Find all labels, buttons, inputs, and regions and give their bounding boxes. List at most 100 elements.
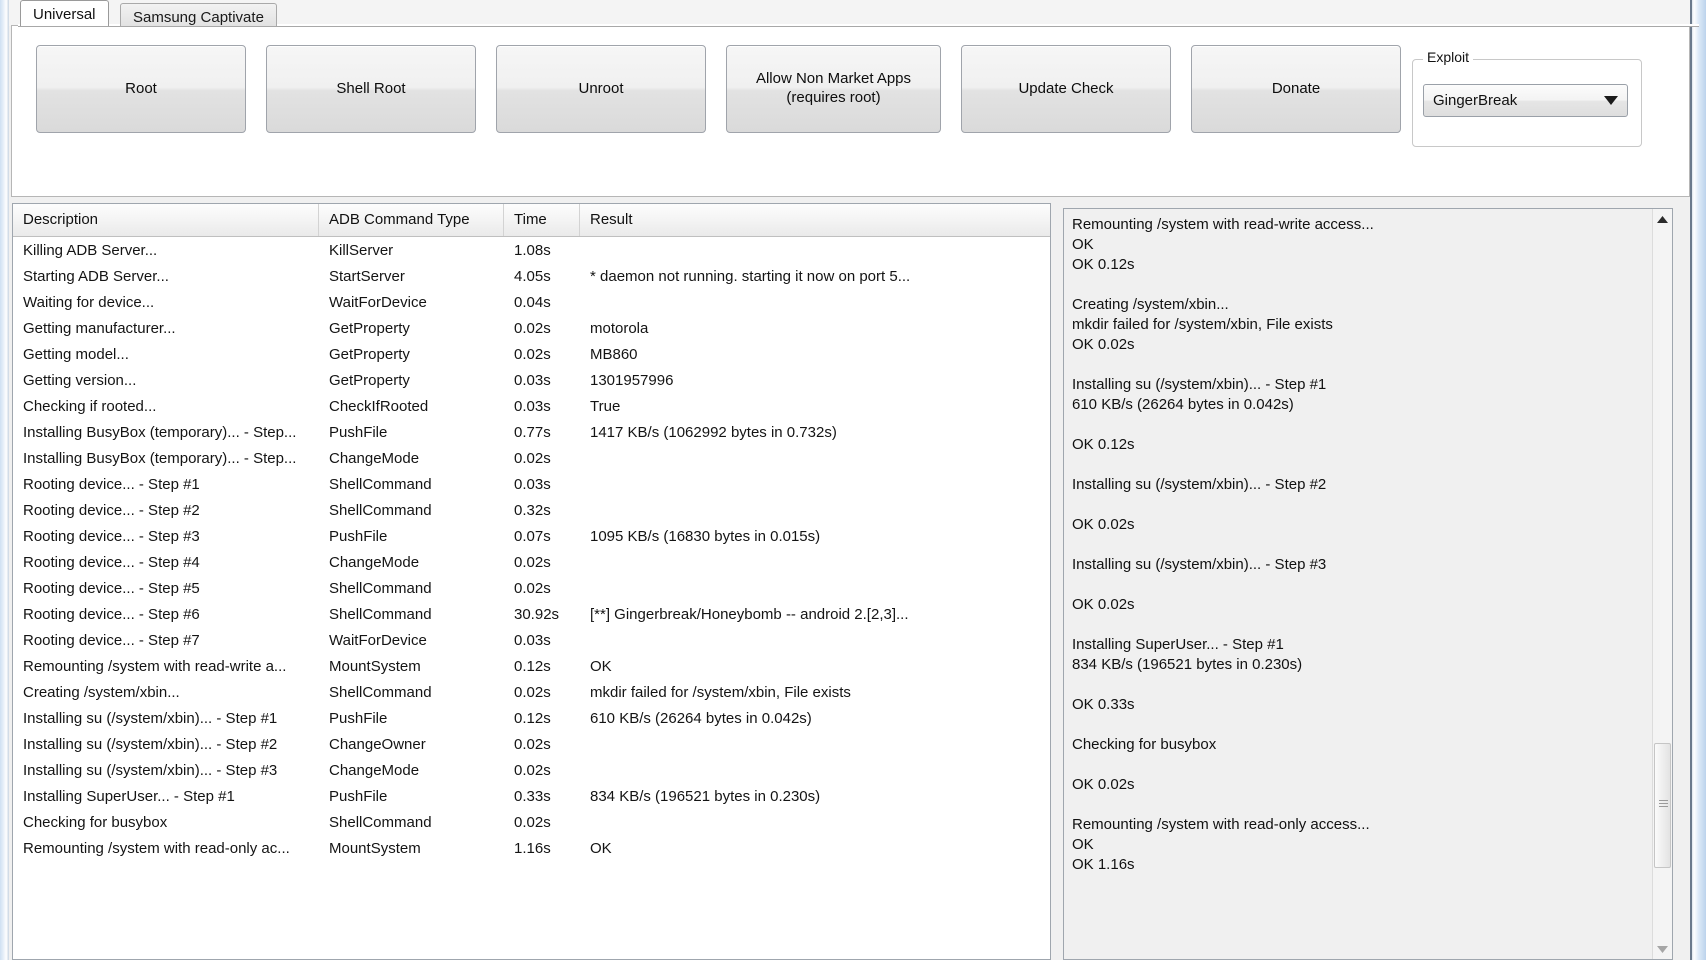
cell-description: Installing BusyBox (temporary)... - Step… xyxy=(23,449,297,467)
table-row[interactable]: Rooting device... - Step #1 ShellCommand 0… xyxy=(13,471,1050,497)
toolbar-panel: Root Shell Root Unroot Allow Non Market … xyxy=(11,25,1690,197)
cell-time: 0.04s xyxy=(514,293,551,311)
cell-time: 0.32s xyxy=(514,501,551,519)
table-row[interactable]: Rooting device... - Step #3 PushFile 0.07s… xyxy=(13,523,1050,549)
donate-button[interactable]: Donate xyxy=(1191,45,1401,133)
cell-result: 1095 KB/s (16830 bytes in 0.015s) xyxy=(590,527,821,545)
cell-result: motorola xyxy=(590,319,649,337)
cell-result: * daemon not running. starting it now on… xyxy=(590,267,911,285)
cell-time: 0.03s xyxy=(514,397,551,415)
cell-adb-command-type: MountSystem xyxy=(329,657,421,675)
cell-adb-command-type: PushFile xyxy=(329,787,388,805)
cell-description: Waiting for device... xyxy=(23,293,155,311)
tab-universal[interactable]: Universal xyxy=(20,0,109,26)
scroll-thumb[interactable] xyxy=(1654,743,1671,868)
cell-description: Getting manufacturer... xyxy=(23,319,176,337)
table-row[interactable]: Remounting /system with read-only ac... M… xyxy=(13,835,1050,861)
column-header-result[interactable]: Result xyxy=(580,204,1028,236)
table-row[interactable]: Getting manufacturer... GetProperty 0.02s m… xyxy=(13,315,1050,341)
table-row[interactable]: Installing su (/system/xbin)... - Step #… xyxy=(13,731,1050,757)
exploit-group-label: Exploit xyxy=(1423,49,1474,65)
cell-time: 0.03s xyxy=(514,371,551,389)
table-row[interactable]: Rooting device... - Step #5 ShellCommand 0… xyxy=(13,575,1050,601)
cell-description: Installing BusyBox (temporary)... - Step… xyxy=(23,423,297,441)
cell-description: Checking if rooted... xyxy=(23,397,157,415)
allow-non-market-apps-button[interactable]: Allow Non Market Apps (requires root) xyxy=(726,45,941,133)
table-row[interactable]: Getting version... GetProperty 0.03s 130195… xyxy=(13,367,1050,393)
grid-header-row: Description ADB Command Type Time Result xyxy=(13,204,1050,237)
table-row[interactable]: Starting ADB Server... StartServer 4.05s * … xyxy=(13,263,1050,289)
table-row[interactable]: Installing su (/system/xbin)... - Step #… xyxy=(13,705,1050,731)
table-row[interactable]: Installing BusyBox (temporary)... - Step… xyxy=(13,419,1050,445)
cell-adb-command-type: PushFile xyxy=(329,709,388,727)
cell-adb-command-type: ShellCommand xyxy=(329,579,432,597)
tab-strip: Universal Samsung Captivate xyxy=(9,0,1699,27)
cell-time: 0.02s xyxy=(514,319,551,337)
cell-time: 0.02s xyxy=(514,345,551,363)
exploit-select[interactable]: GingerBreak xyxy=(1423,84,1628,117)
cell-adb-command-type: KillServer xyxy=(329,241,394,259)
column-header-description[interactable]: Description xyxy=(13,204,319,236)
cell-time: 0.02s xyxy=(514,553,551,571)
cell-result: mkdir failed for /system/xbin, File exis… xyxy=(590,683,851,701)
tab-samsung-captivate[interactable]: Samsung Captivate xyxy=(120,3,277,26)
cell-time: 0.33s xyxy=(514,787,551,805)
output-log-panel[interactable]: Remounting /system with read-write acces… xyxy=(1063,208,1673,960)
table-row[interactable]: Waiting for device... WaitForDevice 0.04s xyxy=(13,289,1050,315)
root-button[interactable]: Root xyxy=(36,45,246,133)
table-row[interactable]: Getting model... GetProperty 0.02s MB860 xyxy=(13,341,1050,367)
table-row[interactable]: Checking if rooted... CheckIfRooted 0.03s T… xyxy=(13,393,1050,419)
cell-description: Checking for busybox xyxy=(23,813,168,831)
cell-adb-command-type: GetProperty xyxy=(329,319,410,337)
cell-time: 30.92s xyxy=(514,605,560,623)
table-row[interactable]: Remounting /system with read-write a... M… xyxy=(13,653,1050,679)
output-log-text: Remounting /system with read-write acces… xyxy=(1072,216,1374,873)
table-row[interactable]: Checking for busybox ShellCommand 0.02s xyxy=(13,809,1050,835)
cell-description: Getting model... xyxy=(23,345,129,363)
exploit-select-value: GingerBreak xyxy=(1433,92,1518,109)
lower-area: Description ADB Command Type Time Result… xyxy=(9,203,1690,960)
cell-adb-command-type: ShellCommand xyxy=(329,475,432,493)
cell-time: 0.02s xyxy=(514,683,551,701)
cell-adb-command-type: ShellCommand xyxy=(329,501,432,519)
cell-description: Remounting /system with read-write a... xyxy=(23,657,287,675)
cell-description: Starting ADB Server... xyxy=(23,267,169,285)
cell-time: 1.16s xyxy=(514,839,551,857)
cell-description: Rooting device... - Step #4 xyxy=(23,553,200,571)
unroot-button[interactable]: Unroot xyxy=(496,45,706,133)
chevron-down-icon xyxy=(1601,96,1627,105)
shell-root-button[interactable]: Shell Root xyxy=(266,45,476,133)
cell-adb-command-type: ShellCommand xyxy=(329,683,432,701)
cell-result: [**] Gingerbreak/Honeybomb -- android 2.… xyxy=(590,605,909,623)
cell-description: Rooting device... - Step #1 xyxy=(23,475,200,493)
cell-time: 0.02s xyxy=(514,735,551,753)
table-row[interactable]: Killing ADB Server... KillServer 1.08s xyxy=(13,237,1050,263)
table-row[interactable]: Rooting device... - Step #6 ShellCommand 3… xyxy=(13,601,1050,627)
log-vertical-scrollbar[interactable] xyxy=(1652,209,1672,959)
cell-description: Rooting device... - Step #7 xyxy=(23,631,200,649)
table-row[interactable]: Rooting device... - Step #4 ChangeMode 0.0… xyxy=(13,549,1050,575)
cell-adb-command-type: ChangeMode xyxy=(329,553,420,571)
cell-adb-command-type: GetProperty xyxy=(329,345,410,363)
table-row[interactable]: Rooting device... - Step #7 WaitForDevice… xyxy=(13,627,1050,653)
cell-adb-command-type: ChangeMode xyxy=(329,449,420,467)
table-row[interactable]: Installing BusyBox (temporary)... - Step… xyxy=(13,445,1050,471)
cell-result: MB860 xyxy=(590,345,638,363)
cell-time: 0.07s xyxy=(514,527,551,545)
grid-body: Killing ADB Server... KillServer 1.08s Star… xyxy=(13,237,1050,861)
command-log-grid[interactable]: Description ADB Command Type Time Result… xyxy=(12,203,1051,960)
exploit-group-box: Exploit GingerBreak xyxy=(1412,49,1642,147)
cell-description: Creating /system/xbin... xyxy=(23,683,180,701)
update-check-button[interactable]: Update Check xyxy=(961,45,1171,133)
table-row[interactable]: Rooting device... - Step #2 ShellCommand 0… xyxy=(13,497,1050,523)
column-header-time[interactable]: Time xyxy=(504,204,580,236)
scroll-up-arrow-icon[interactable] xyxy=(1653,209,1672,229)
window-frame-right xyxy=(1690,0,1706,960)
table-row[interactable]: Creating /system/xbin... ShellCommand 0.02… xyxy=(13,679,1050,705)
cell-adb-command-type: PushFile xyxy=(329,423,388,441)
app-window: Universal Samsung Captivate Root Shell R… xyxy=(0,0,1706,960)
table-row[interactable]: Installing su (/system/xbin)... - Step #… xyxy=(13,757,1050,783)
scroll-down-arrow-icon[interactable] xyxy=(1653,939,1672,959)
column-header-adb-command-type[interactable]: ADB Command Type xyxy=(319,204,504,236)
table-row[interactable]: Installing SuperUser... - Step #1 PushFil… xyxy=(13,783,1050,809)
